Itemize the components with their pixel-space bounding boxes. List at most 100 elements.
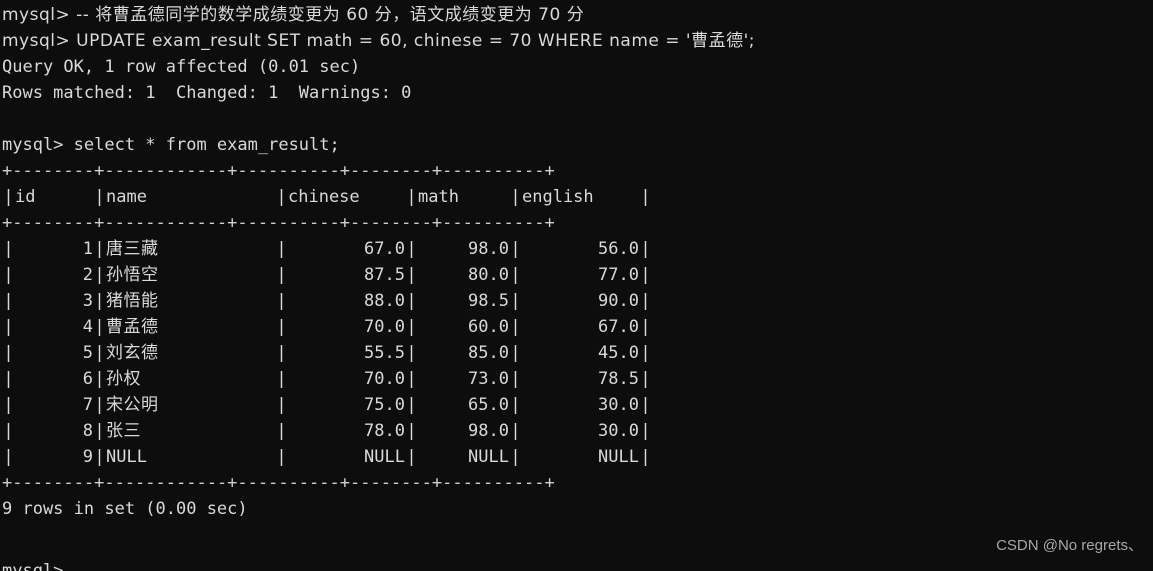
border-bar: | (276, 369, 287, 389)
border-bar: | (640, 421, 651, 441)
cell-chinese: 75.0 (364, 395, 405, 415)
cell-chinese: NULL (364, 447, 405, 467)
column-header-id: id (15, 187, 36, 207)
border-bar: | (640, 395, 651, 415)
table-separator-top: +--------+------------+----------+------… (2, 161, 555, 181)
cell-id: 7 (82, 395, 93, 415)
cell-id: 4 (82, 317, 93, 337)
cell-math: 65.0 (468, 395, 509, 415)
cell-id: 9 (82, 447, 93, 467)
border-bar: | (406, 265, 417, 285)
border-bar: | (3, 291, 14, 311)
terminal-screen: mysql> -- 将曹孟德同学的数学成绩变更为 60 分，语文成绩变更为 70… (0, 2, 1153, 548)
border-bar: | (3, 369, 14, 389)
border-bar: | (406, 187, 417, 207)
cell-math: 85.0 (468, 343, 509, 363)
table-row: | 7 | 宋公明 | 75.0 | 65.0 | 30.0 | (2, 392, 652, 418)
cell-name: 宋公明 (106, 392, 275, 418)
cell-name-text: 猪悟能 (106, 291, 159, 311)
border-bar: | (94, 187, 105, 207)
border-bar: | (406, 291, 417, 311)
cell-name-text: 曹孟德 (106, 317, 159, 337)
border-bar: | (3, 395, 14, 415)
border-bar: | (276, 239, 287, 259)
cell-name-text: 孙权 (106, 369, 141, 389)
border-bar: | (510, 239, 521, 259)
cell-english: 45.0 (598, 343, 639, 363)
table-row: | 8 | 张三 | 78.0 | 98.0 | 30.0 | (2, 418, 652, 444)
cell-id: 5 (82, 343, 93, 363)
border-bar: | (94, 369, 105, 389)
border-bar: | (640, 187, 651, 207)
cell-english: 56.0 (598, 239, 639, 259)
border-bar: | (406, 369, 417, 389)
mysql-terminal-window[interactable]: mysql> -- 将曹孟德同学的数学成绩变更为 60 分，语文成绩变更为 70… (0, 0, 1153, 571)
table-separator-header: +--------+------------+----------+------… (2, 213, 555, 233)
cell-math: 60.0 (468, 317, 509, 337)
table-row: | 4 | 曹孟德 | 70.0 | 60.0 | 67.0 | (2, 314, 652, 340)
border-bar: | (3, 421, 14, 441)
cell-english: 90.0 (598, 291, 639, 311)
cell-chinese: 87.5 (364, 265, 405, 285)
cell-name: 孙权 (106, 366, 275, 392)
border-bar: | (276, 291, 287, 311)
cell-english: 77.0 (598, 265, 639, 285)
cell-english: 30.0 (598, 421, 639, 441)
cell-name: 刘玄德 (106, 340, 275, 366)
border-bar: | (94, 317, 105, 337)
cell-id: 3 (82, 291, 93, 311)
cell-name: 张三 (106, 418, 275, 444)
output-rows-matched: Rows matched: 1 Changed: 1 Warnings: 0 (2, 83, 412, 103)
border-bar: | (510, 265, 521, 285)
command-line-comment: mysql> -- 将曹孟德同学的数学成绩变更为 60 分，语文成绩变更为 70… (2, 5, 585, 25)
csdn-watermark: CSDN @No regrets、 (996, 537, 1143, 554)
border-bar: | (276, 343, 287, 363)
cell-chinese: 78.0 (364, 421, 405, 441)
border-bar: | (510, 317, 521, 337)
border-bar: | (3, 317, 14, 337)
cell-chinese: 70.0 (364, 317, 405, 337)
border-bar: | (94, 239, 105, 259)
border-bar: | (94, 447, 105, 467)
border-bar: | (640, 447, 651, 467)
output-rows-in-set: 9 rows in set (0.00 sec) (2, 499, 248, 519)
cell-name-text: 刘玄德 (106, 343, 159, 363)
cell-math: 73.0 (468, 369, 509, 389)
column-header-english: english (522, 187, 594, 207)
cell-english: 30.0 (598, 395, 639, 415)
table-row: | 6 | 孙权 | 70.0 | 73.0 | 78.5 | (2, 366, 652, 392)
cell-name: 曹孟德 (106, 314, 275, 340)
border-bar: | (94, 421, 105, 441)
cell-math: NULL (468, 447, 509, 467)
cell-name-text: 宋公明 (106, 395, 159, 415)
cell-name-text: 张三 (106, 421, 141, 441)
table-row: | 1 | 唐三藏 | 67.0 | 98.0 | 56.0 | (2, 236, 652, 262)
cell-math: 80.0 (468, 265, 509, 285)
border-bar: | (276, 421, 287, 441)
border-bar: | (510, 447, 521, 467)
result-set-rows: | 1 | 唐三藏 | 67.0 | 98.0 | 56.0 | | 2 | 孙悟空 | 87.5 | 80.0 | 7… (2, 236, 652, 470)
cell-chinese: 55.5 (364, 343, 405, 363)
border-bar: | (510, 291, 521, 311)
cell-id: 8 (82, 421, 93, 441)
cell-math: 98.0 (468, 421, 509, 441)
cell-chinese: 67.0 (364, 239, 405, 259)
table-separator-bottom: +--------+------------+----------+------… (2, 473, 555, 493)
column-header-name: name (106, 187, 147, 207)
border-bar: | (640, 291, 651, 311)
border-bar: | (94, 343, 105, 363)
border-bar: | (94, 265, 105, 285)
border-bar: | (510, 369, 521, 389)
column-header-math: math (418, 187, 459, 207)
border-bar: | (3, 239, 14, 259)
cell-chinese: 88.0 (364, 291, 405, 311)
cell-id: 2 (82, 265, 93, 285)
border-bar: | (276, 317, 287, 337)
table-row: | 3 | 猪悟能 | 88.0 | 98.5 | 90.0 | (2, 288, 652, 314)
prompt-line-bottom[interactable]: mysql> (2, 558, 63, 571)
border-bar: | (406, 343, 417, 363)
border-bar: | (276, 265, 287, 285)
cell-name: 孙悟空 (106, 262, 275, 288)
border-bar: | (276, 395, 287, 415)
